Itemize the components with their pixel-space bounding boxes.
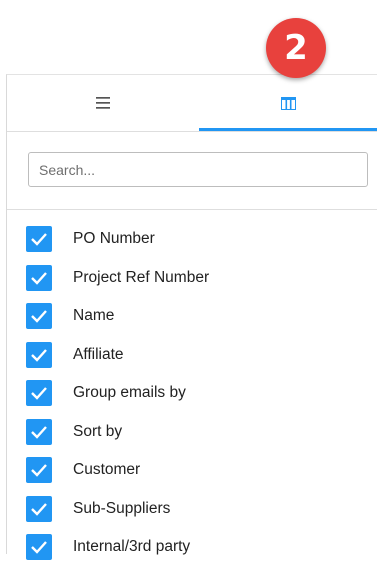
checkbox-checked-icon[interactable]	[26, 226, 52, 253]
column-item[interactable]: PO Number	[7, 220, 377, 259]
column-item[interactable]: Sort by	[7, 413, 377, 452]
checkbox-checked-icon[interactable]	[26, 534, 52, 561]
columns-icon	[281, 96, 296, 110]
checkbox-checked-icon[interactable]	[26, 303, 52, 330]
column-label: Sort by	[73, 422, 123, 440]
column-item[interactable]: Name	[7, 297, 377, 336]
column-label: Customer	[73, 461, 141, 479]
checkbox-checked-icon[interactable]	[26, 418, 52, 445]
checkbox-checked-icon[interactable]	[26, 457, 52, 484]
column-label: Project Ref Number	[73, 268, 210, 286]
column-tool-panel: PO Number Project Ref Number Name Affili…	[6, 74, 377, 561]
column-label: Affiliate	[73, 345, 124, 363]
checkbox-checked-icon[interactable]	[26, 264, 52, 291]
column-list: PO Number Project Ref Number Name Affili…	[7, 220, 377, 567]
column-item[interactable]: Customer	[7, 451, 377, 490]
hamburger-menu-icon	[96, 97, 110, 109]
checkbox-checked-icon[interactable]	[26, 495, 52, 522]
active-tab-indicator	[199, 128, 377, 131]
column-label: Internal/3rd party	[73, 538, 191, 556]
checkbox-checked-icon[interactable]	[26, 380, 52, 407]
divider	[7, 209, 377, 210]
column-label: Group emails by	[73, 384, 186, 402]
panel-tabs	[7, 75, 377, 132]
column-label: Name	[73, 307, 115, 325]
column-search-input[interactable]	[28, 152, 368, 187]
column-label: Sub-Suppliers	[73, 499, 171, 517]
column-item[interactable]: Sub-Suppliers	[7, 490, 377, 529]
step-number-badge: 2	[266, 18, 326, 78]
column-item[interactable]: Group emails by	[7, 374, 377, 413]
tab-columns[interactable]	[199, 75, 377, 131]
column-item[interactable]: Internal/3rd party	[7, 528, 377, 567]
tab-general-menu[interactable]	[7, 75, 199, 131]
column-label: PO Number	[73, 230, 155, 248]
column-item[interactable]: Affiliate	[7, 336, 377, 375]
checkbox-checked-icon[interactable]	[26, 341, 52, 368]
column-item[interactable]: Project Ref Number	[7, 259, 377, 298]
